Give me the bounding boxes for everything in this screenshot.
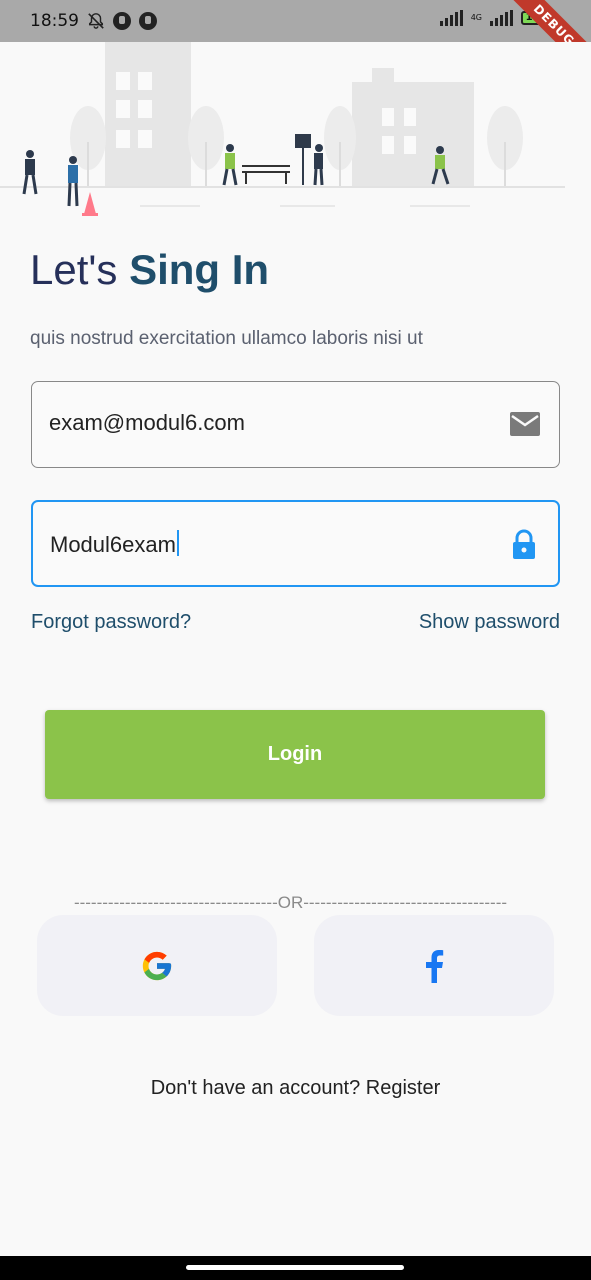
email-value: exam@modul6.com (49, 410, 245, 435)
app-notification-icon (113, 12, 131, 30)
title-emphasis: Sing In (129, 246, 270, 293)
page-title: Let's Sing In (30, 246, 269, 294)
status-bar: 18:59 4G 100 DEBUG (0, 0, 591, 86)
title-prefix: Let's (30, 246, 118, 293)
email-field[interactable]: exam@modul6.com (31, 381, 560, 468)
register-prompt[interactable]: Don't have an account? Register (0, 1077, 591, 1100)
facebook-signin-button[interactable] (314, 915, 554, 1016)
system-nav-bar (0, 1256, 591, 1280)
signal-icon (439, 10, 463, 26)
city-illustration (0, 42, 591, 222)
forgot-password-link[interactable]: Forgot password? (31, 611, 191, 634)
app-notification-icon (139, 12, 157, 30)
text-cursor (176, 530, 179, 556)
status-time: 18:59 (30, 11, 79, 31)
password-field[interactable]: Modul6exam (31, 500, 560, 587)
notifications-off-icon (88, 13, 104, 29)
page-subtitle: quis nostrud exercitation ullamco labori… (30, 328, 423, 349)
network-type: 4G (470, 13, 482, 22)
google-signin-button[interactable] (37, 915, 277, 1016)
password-value: Modul6exam (50, 530, 179, 558)
google-icon (142, 951, 172, 980)
mail-icon (510, 412, 540, 436)
lock-icon (513, 529, 535, 559)
show-password-link[interactable]: Show password (419, 611, 560, 634)
facebook-icon (426, 949, 444, 983)
or-divider: ------------------------------------OR--… (73, 893, 508, 912)
signal-icon (490, 10, 513, 26)
home-indicator[interactable] (186, 1265, 404, 1270)
login-button[interactable]: Login (45, 710, 545, 799)
